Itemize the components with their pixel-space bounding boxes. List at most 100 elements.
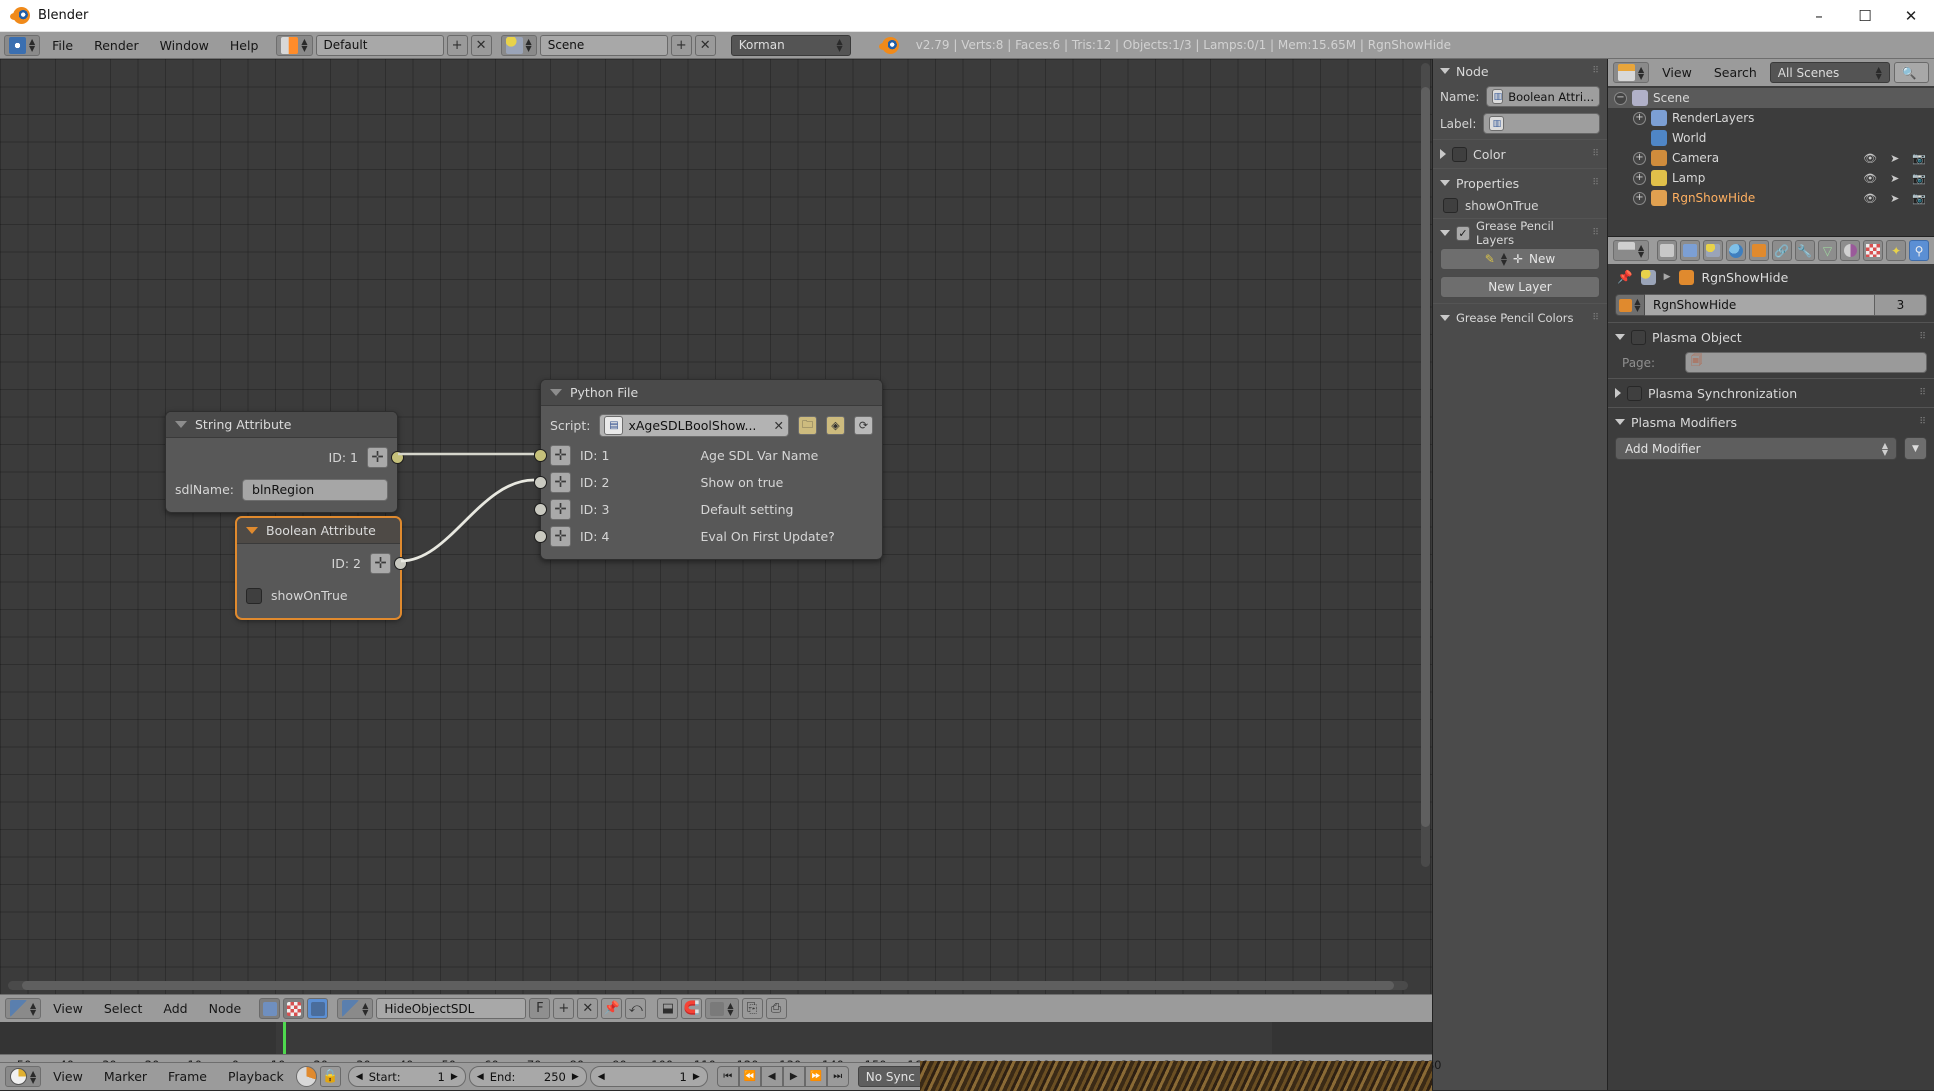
eye-icon[interactable]: 👁 bbox=[1863, 192, 1877, 205]
collapse-triangle-icon[interactable] bbox=[1615, 419, 1625, 425]
node-menu-view[interactable]: View bbox=[44, 998, 92, 1019]
tab-render-layers[interactable] bbox=[1680, 240, 1700, 261]
node-socket-input[interactable] bbox=[534, 476, 547, 489]
panel-header-properties[interactable]: Properties ⠿ bbox=[1433, 171, 1607, 195]
outliner-row[interactable]: + RenderLayers bbox=[1608, 108, 1934, 128]
copy-nodes-button[interactable]: ⎘ bbox=[741, 998, 763, 1019]
panel-header-plasma-synchronization[interactable]: Plasma Synchronization ⠿ bbox=[1608, 381, 1934, 405]
cursor-arrow-icon[interactable]: ➤ bbox=[1890, 152, 1899, 165]
scene-field[interactable]: Scene bbox=[539, 34, 668, 56]
node-menu-add[interactable]: Add bbox=[154, 998, 196, 1019]
timeline-menu-view[interactable]: View bbox=[44, 1066, 92, 1087]
collapse-triangle-icon[interactable] bbox=[1440, 180, 1450, 186]
timeline-menu-marker[interactable]: Marker bbox=[95, 1066, 156, 1087]
collapse-triangle-icon[interactable] bbox=[550, 389, 562, 396]
add-output-button[interactable]: ✛ bbox=[367, 447, 388, 468]
outliner-menu-view[interactable]: View bbox=[1653, 62, 1701, 83]
script-file-selector[interactable]: ▤ xAgeSDLBoolShow... ✕ bbox=[599, 414, 789, 437]
collapse-triangle-icon[interactable] bbox=[1440, 68, 1450, 74]
lock-icon-button[interactable]: 🔒 bbox=[319, 1066, 341, 1087]
plasma-object-checkbox[interactable] bbox=[1631, 329, 1646, 345]
node-boolean-attribute[interactable]: Boolean Attribute ID: 2 ✛ showOnTrue bbox=[236, 517, 407, 619]
add-input-button[interactable]: ✛ bbox=[550, 499, 571, 520]
next-keyframe-button[interactable]: ⏩ bbox=[804, 1066, 827, 1087]
current-frame-field[interactable]: ◀ 1 ▶ bbox=[589, 1066, 708, 1087]
showontrue-checkbox[interactable] bbox=[1443, 198, 1458, 213]
node-header[interactable]: String Attribute bbox=[166, 412, 397, 438]
add-input-button[interactable]: ✛ bbox=[550, 445, 571, 466]
previous-keyframe-button[interactable]: ⏪ bbox=[738, 1066, 761, 1087]
collapse-triangle-icon[interactable] bbox=[175, 421, 187, 428]
panel-header-grease-pencil-layers[interactable]: ✓ Grease Pencil Layers ⠿ bbox=[1433, 219, 1607, 247]
menu-render[interactable]: Render bbox=[85, 35, 148, 56]
expand-triangle-icon[interactable] bbox=[1440, 149, 1446, 159]
collapse-triangle-icon[interactable] bbox=[1440, 315, 1450, 321]
scene-icon-button[interactable]: ▲ ▼ bbox=[500, 34, 537, 56]
tab-texture[interactable] bbox=[1863, 240, 1884, 261]
node-header[interactable]: Boolean Attribute bbox=[237, 518, 400, 544]
chevron-left-icon[interactable]: ◀ bbox=[356, 1072, 363, 1082]
node-socket-output[interactable] bbox=[394, 557, 407, 570]
open-file-icon[interactable]: 🗀 bbox=[798, 416, 817, 435]
screen-layout-icon-button[interactable]: ▲ ▼ bbox=[276, 34, 313, 56]
plasma-sync-checkbox[interactable] bbox=[1627, 385, 1642, 401]
tab-material[interactable] bbox=[1840, 240, 1861, 261]
timeline-menu-frame[interactable]: Frame bbox=[159, 1066, 216, 1087]
node-name-input[interactable]: ▥ Boolean Attri... bbox=[1486, 86, 1600, 107]
collapse-triangle-icon[interactable] bbox=[246, 527, 258, 534]
eye-icon[interactable]: 👁 bbox=[1863, 152, 1877, 165]
panel-header-color[interactable]: Color ⠿ bbox=[1433, 142, 1607, 166]
screen-layout-field[interactable]: Default bbox=[315, 34, 444, 56]
expand-icon[interactable]: + bbox=[1633, 111, 1646, 125]
eye-icon[interactable]: 👁 bbox=[1863, 172, 1877, 185]
pin-icon[interactable]: 📌 bbox=[1617, 269, 1633, 285]
add-modifier-menu-button[interactable]: ▼ bbox=[1904, 437, 1927, 460]
grease-pencil-checkbox[interactable]: ✓ bbox=[1456, 225, 1470, 241]
go-to-parent-button[interactable]: ⤺ bbox=[625, 998, 647, 1019]
unlink-node-tree-button[interactable]: ✕ bbox=[577, 998, 599, 1019]
node-socket-input[interactable] bbox=[534, 449, 547, 462]
camera-icon[interactable]: 📷 bbox=[1912, 192, 1926, 205]
clear-script-icon[interactable]: ✕ bbox=[774, 418, 784, 433]
add-screen-layout-button[interactable]: + bbox=[446, 34, 468, 56]
snap-toggle[interactable]: 🧲 bbox=[681, 998, 703, 1019]
node-view-horizontal-scrollbar[interactable] bbox=[8, 981, 1408, 990]
window-maximize-button[interactable]: ☐ bbox=[1842, 0, 1888, 32]
editor-type-selector-properties[interactable]: ▲ ▼ bbox=[1613, 240, 1650, 261]
end-frame-field[interactable]: ◀ End: 250 ▶ bbox=[468, 1066, 587, 1087]
menu-window[interactable]: Window bbox=[151, 35, 218, 56]
outliner-search-field[interactable]: 🔍 bbox=[1893, 62, 1929, 83]
outliner-row[interactable]: + Lamp 👁 ➤ 📷 bbox=[1608, 168, 1934, 188]
node-view-vertical-scrollbar[interactable] bbox=[1421, 63, 1430, 868]
panel-header-plasma-modifiers[interactable]: Plasma Modifiers ⠿ bbox=[1608, 410, 1934, 434]
tab-modifiers[interactable]: 🔧 bbox=[1794, 240, 1815, 261]
new-layer-button[interactable]: New Layer bbox=[1440, 276, 1600, 298]
plasma-nodes-toggle[interactable] bbox=[307, 998, 329, 1019]
chevron-right-icon[interactable]: ▶ bbox=[693, 1072, 700, 1082]
node-socket-input[interactable] bbox=[534, 503, 547, 516]
tab-render[interactable] bbox=[1657, 240, 1678, 261]
add-scene-button[interactable]: + bbox=[670, 34, 692, 56]
sdlname-input[interactable]: blnRegion bbox=[242, 478, 388, 501]
object-users-count[interactable]: 3 bbox=[1875, 294, 1927, 316]
expand-icon[interactable]: + bbox=[1633, 151, 1646, 165]
tab-particles[interactable]: ✦ bbox=[1886, 240, 1907, 261]
add-input-button[interactable]: ✛ bbox=[550, 526, 571, 547]
snap-element-selector[interactable]: ▲ ▼ bbox=[705, 998, 739, 1019]
camera-icon[interactable]: 📷 bbox=[1912, 152, 1926, 165]
object-name-input[interactable]: RgnShowHide bbox=[1645, 294, 1875, 316]
tab-object[interactable] bbox=[1748, 240, 1769, 261]
new-node-tree-button[interactable]: + bbox=[553, 998, 575, 1019]
expand-icon[interactable]: + bbox=[1633, 171, 1646, 185]
outliner-row[interactable]: World bbox=[1608, 128, 1934, 148]
chevron-right-icon[interactable]: ▶ bbox=[572, 1072, 579, 1082]
delete-screen-layout-button[interactable]: ✕ bbox=[470, 34, 492, 56]
panel-header-plasma-object[interactable]: Plasma Object ⠿ bbox=[1608, 325, 1934, 349]
collapse-triangle-icon[interactable] bbox=[1615, 334, 1625, 340]
add-input-button[interactable]: ✛ bbox=[550, 472, 571, 493]
render-engine-selector[interactable]: Korman ▲ ▼ bbox=[730, 34, 851, 56]
outliner-row[interactable]: + RgnShowHide 👁 ➤ 📷 bbox=[1608, 188, 1934, 208]
outliner-menu-search[interactable]: Search bbox=[1705, 62, 1766, 83]
auto-keyframe-toggle[interactable] bbox=[295, 1066, 317, 1087]
outliner-row[interactable]: − Scene bbox=[1608, 88, 1934, 108]
